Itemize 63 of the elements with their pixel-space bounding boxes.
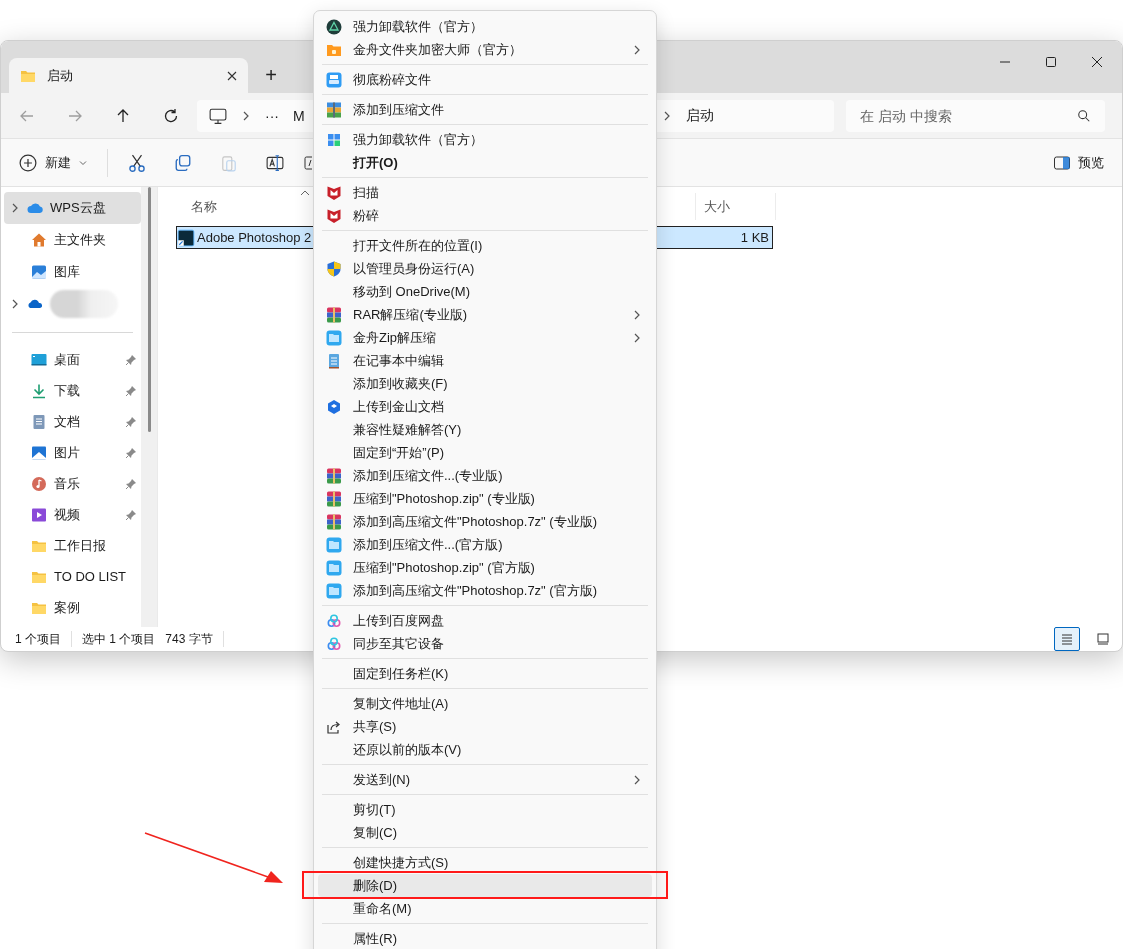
breadcrumb-segment[interactable]: M [293, 107, 305, 124]
sidebar-item[interactable]: 下载 [4, 375, 141, 406]
menu-item[interactable]: 上传到百度网盘 [318, 609, 652, 632]
tab[interactable]: 启动 [9, 58, 248, 93]
sidebar-item[interactable]: WPS云盘 [4, 192, 141, 224]
new-button[interactable]: 新建 [13, 145, 93, 180]
menu-item[interactable]: 打开(O) [318, 151, 652, 174]
menu-item[interactable]: 固定到“开始”(P) [318, 441, 652, 464]
menu-item[interactable]: 添加到高压缩文件"Photoshop.7z" (专业版) [318, 510, 652, 533]
menu-item[interactable]: 压缩到"Photoshop.zip" (官方版) [318, 556, 652, 579]
preview-button[interactable]: 预览 [1048, 145, 1110, 180]
column-header[interactable]: 大小 [696, 193, 776, 220]
menu-item[interactable]: 添加到压缩文件...(专业版) [318, 464, 652, 487]
menu-item[interactable]: 发送到(N) [318, 768, 652, 791]
menu-item[interactable]: 强力卸载软件（官方） [318, 128, 652, 151]
sidebar-item[interactable]: 案例 [4, 592, 141, 623]
status-text: 1 个项目 [15, 630, 61, 648]
menu-item[interactable]: 打开文件所在的位置(I) [318, 234, 652, 257]
menu-item[interactable]: 添加到收藏夹(F) [318, 372, 652, 395]
menu-item[interactable]: 强力卸载软件（官方） [318, 15, 652, 38]
menu-item[interactable]: 兼容性疑难解答(Y) [318, 418, 652, 441]
breadcrumb-segment[interactable]: 启动 [686, 106, 714, 125]
tab-label: 启动 [47, 66, 74, 85]
menu-item[interactable]: 压缩到"Photoshop.zip" (专业版) [318, 487, 652, 510]
sidebar-item[interactable]: 图片 [4, 437, 141, 468]
menu-item[interactable]: RAR解压缩(专业版) [318, 303, 652, 326]
menu-item[interactable]: 在记事本中编辑 [318, 349, 652, 372]
sidebar-item[interactable]: 桌面 [4, 344, 141, 375]
menu-item[interactable]: 彻底粉碎文件 [318, 68, 652, 91]
sidebar-item[interactable]: 文档 [4, 406, 141, 437]
menu-item[interactable]: 以管理员身份运行(A) [318, 257, 652, 280]
new-tab-button[interactable]: + [258, 61, 284, 89]
menu-item[interactable]: 同步至其它设备 [318, 632, 652, 655]
menu-item[interactable]: 复制文件地址(A) [318, 692, 652, 715]
menu-item[interactable]: 粉碎 [318, 204, 652, 227]
menu-item[interactable]: 重命名(M) [318, 897, 652, 920]
menu-item[interactable]: 金舟Zip解压缩 [318, 326, 652, 349]
status-text: 选中 1 个项目 [82, 630, 156, 648]
menu-item[interactable]: 金舟文件夹加密大师（官方） [318, 38, 652, 61]
menu-item[interactable]: 删除(D) [318, 874, 652, 897]
breadcrumb-overflow[interactable]: ··· [265, 107, 279, 124]
sidebar-item[interactable]: 音乐 [4, 468, 141, 499]
sidebar-item[interactable]: TO DO LIST [4, 561, 141, 592]
sidebar-item[interactable]: 视频 [4, 499, 141, 530]
menu-item[interactable]: 添加到高压缩文件"Photoshop.7z" (官方版) [318, 579, 652, 602]
sidebar-item[interactable]: 图库 [4, 256, 141, 288]
status-text: 743 字节 [165, 630, 213, 648]
menu-item[interactable]: 固定到任务栏(K) [318, 662, 652, 685]
menu-item[interactable]: 复制(C) [318, 821, 652, 844]
menu-item[interactable]: 创建快捷方式(S) [318, 851, 652, 874]
sidebar-item[interactable]: 主文件夹 [4, 224, 141, 256]
menu-item[interactable]: 上传到金山文档 [318, 395, 652, 418]
menu-item[interactable]: 共享(S) [318, 715, 652, 738]
sidebar-item[interactable]: 工作日报 [4, 530, 141, 561]
menu-item[interactable]: 还原以前的版本(V) [318, 738, 652, 761]
file-size: 1 KB [739, 230, 770, 245]
menu-item[interactable]: 添加到压缩文件 [318, 98, 652, 121]
menu-item[interactable]: 剪切(T) [318, 798, 652, 821]
search-field[interactable]: 在 启动 中搜索 [846, 99, 1105, 132]
menu-item[interactable]: 移动到 OneDrive(M) [318, 280, 652, 303]
menu-item[interactable]: 属性(R) [318, 927, 652, 949]
menu-item[interactable]: 扫描 [318, 181, 652, 204]
menu-item[interactable]: 添加到压缩文件...(官方版) [318, 533, 652, 556]
